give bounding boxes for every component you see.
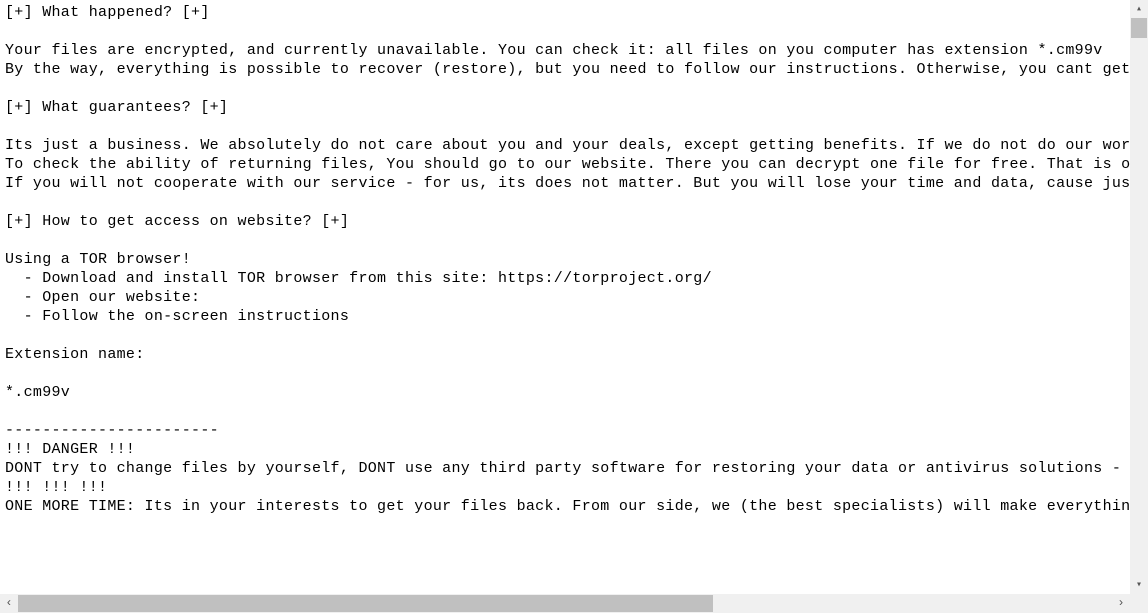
content-viewport: [+] What happened? [+] Your files are en… <box>0 0 1130 595</box>
horizontal-scrollbar[interactable]: ‹ › <box>0 594 1130 613</box>
vertical-scrollbar-thumb[interactable] <box>1131 18 1147 38</box>
scroll-up-arrow[interactable]: ▴ <box>1130 0 1148 18</box>
vertical-scrollbar[interactable]: ▴ ▾ <box>1130 0 1148 594</box>
scroll-down-arrow[interactable]: ▾ <box>1130 576 1148 594</box>
scroll-left-arrow[interactable]: ‹ <box>0 594 18 613</box>
horizontal-scrollbar-thumb[interactable] <box>18 595 713 612</box>
scrollbar-corner <box>1130 594 1148 613</box>
horizontal-scrollbar-track[interactable] <box>18 594 1112 613</box>
ransom-note-text: [+] What happened? [+] Your files are en… <box>0 0 1130 516</box>
scroll-right-arrow[interactable]: › <box>1112 594 1130 613</box>
